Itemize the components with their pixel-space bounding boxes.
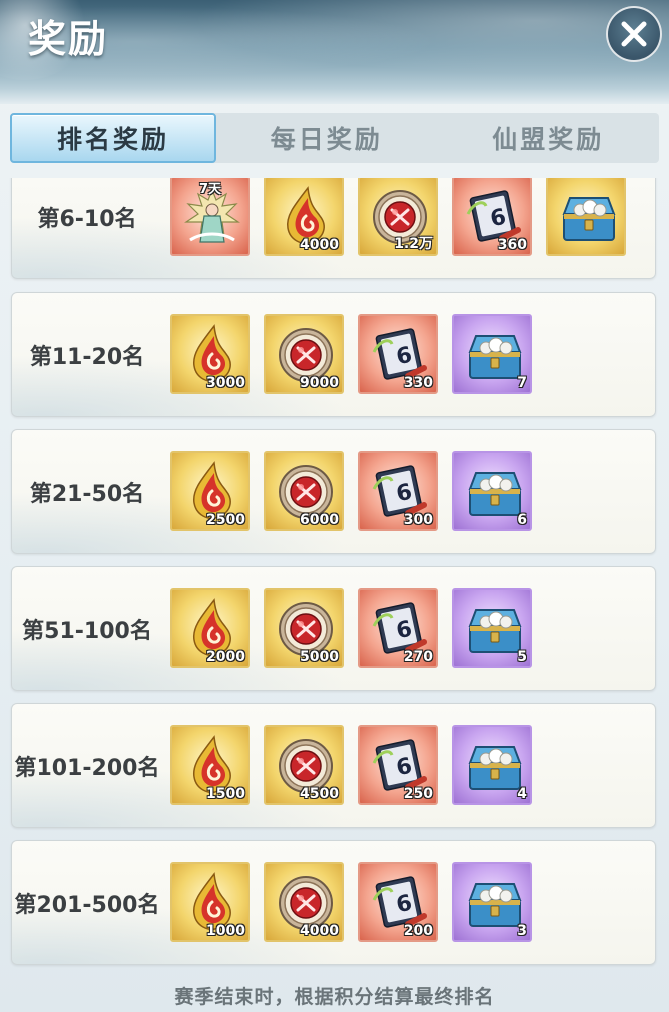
header-banner: 奖励 <box>0 0 669 104</box>
reward-item-slot[interactable]: 1.2万 <box>358 178 438 256</box>
reward-item-slot[interactable]: 6 250 <box>358 725 438 805</box>
reward-items: 3000 9000 6 330 7 <box>170 314 532 394</box>
item-quantity: 6 <box>517 512 527 528</box>
item-quantity: 1.2万 <box>394 236 433 252</box>
footer-note: 赛季结束时，根据积分结算最终排名 <box>174 986 495 1008</box>
duration-tag: 7天 <box>198 182 222 197</box>
reward-item-slot[interactable]: 6 330 <box>358 314 438 394</box>
reward-item-slot[interactable]: 6 270 <box>358 588 438 668</box>
item-quantity: 5000 <box>300 649 339 665</box>
rank-range-label: 第101-200名 <box>14 755 160 781</box>
reward-row: 第21-50名 2500 6000 6 300 6 <box>11 429 656 554</box>
close-icon <box>621 21 647 47</box>
reward-item-slot[interactable]: 3 <box>452 862 532 942</box>
tab-daily-rewards[interactable]: 每日奖励 <box>216 113 438 163</box>
reward-item-slot[interactable]: 6 200 <box>358 862 438 942</box>
reward-item-slot[interactable]: 7天 <box>170 178 250 256</box>
reward-item-slot[interactable]: 3000 <box>170 314 250 394</box>
reward-item-slot[interactable]: 5000 <box>264 588 344 668</box>
reward-item-slot[interactable]: 2500 <box>170 451 250 531</box>
tab-bar: 排名奖励 每日奖励 仙盟奖励 <box>10 113 659 163</box>
reward-item-slot[interactable]: 6000 <box>264 451 344 531</box>
reward-row: 第201-500名 1000 4000 6 200 3 <box>11 840 656 965</box>
reward-items: 7天 4000 1.2万 6 360 <box>170 178 626 256</box>
reward-item-slot[interactable]: 1000 <box>170 862 250 942</box>
item-quantity: 4500 <box>300 786 339 802</box>
item-quantity: 6000 <box>300 512 339 528</box>
item-quantity: 300 <box>403 512 433 528</box>
reward-items: 2000 5000 6 270 5 <box>170 588 532 668</box>
rank-range-label: 第51-100名 <box>22 618 152 644</box>
item-quantity: 1500 <box>206 786 245 802</box>
rank-range-label: 第6-10名 <box>37 206 137 232</box>
reward-item-slot[interactable]: 4500 <box>264 725 344 805</box>
reward-items: 1500 4500 6 250 4 <box>170 725 532 805</box>
treasure-chest-icon <box>562 197 616 241</box>
reward-list[interactable]: 第6-10名 7天 4000 1.2万 6 360 第11-20名 3000 9… <box>0 178 669 978</box>
item-quantity: 4000 <box>300 237 339 253</box>
item-quantity: 330 <box>403 375 433 391</box>
item-quantity: 3 <box>517 923 527 939</box>
item-quantity: 3000 <box>206 375 245 391</box>
item-quantity: 360 <box>497 237 527 253</box>
reward-item-slot[interactable]: 2000 <box>170 588 250 668</box>
reward-items: 2500 6000 6 300 6 <box>170 451 532 531</box>
item-quantity: 1000 <box>206 923 245 939</box>
rank-range-label: 第21-50名 <box>29 481 145 507</box>
item-quantity: 5 <box>517 649 527 665</box>
item-quantity: 4000 <box>300 923 339 939</box>
reward-item-slot[interactable]: 1500 <box>170 725 250 805</box>
item-quantity: 270 <box>403 649 433 665</box>
reward-items: 1000 4000 6 200 3 <box>170 862 532 942</box>
item-quantity: 200 <box>403 923 433 939</box>
reward-item-slot[interactable]: 4000 <box>264 862 344 942</box>
page-title: 奖励 <box>28 17 109 61</box>
reward-row: 第11-20名 3000 9000 6 330 7 <box>11 292 656 417</box>
tab-alliance-rewards[interactable]: 仙盟奖励 <box>438 113 660 163</box>
reward-item-slot[interactable]: 7 <box>452 314 532 394</box>
item-quantity: 2000 <box>206 649 245 665</box>
item-quantity: 7 <box>517 375 527 391</box>
reward-item-slot[interactable] <box>546 178 626 256</box>
reward-item-slot[interactable]: 6 <box>452 451 532 531</box>
close-button[interactable] <box>606 6 662 62</box>
reward-row: 第6-10名 7天 4000 1.2万 6 360 <box>11 178 656 279</box>
item-quantity: 9000 <box>300 375 339 391</box>
reward-item-slot[interactable]: 4 <box>452 725 532 805</box>
tab-rank-rewards[interactable]: 排名奖励 <box>10 113 216 163</box>
reward-panel: 奖励 排名奖励 每日奖励 仙盟奖励 第6-10名 7天 4000 1.2万 6 … <box>0 0 669 1012</box>
reward-item-slot[interactable]: 5 <box>452 588 532 668</box>
reward-item-slot[interactable]: 9000 <box>264 314 344 394</box>
reward-row: 第51-100名 2000 5000 6 270 5 <box>11 566 656 691</box>
rank-range-label: 第11-20名 <box>29 344 145 370</box>
item-quantity: 2500 <box>206 512 245 528</box>
reward-item-slot[interactable]: 6 360 <box>452 178 532 256</box>
reward-item-slot[interactable]: 4000 <box>264 178 344 256</box>
reward-row: 第101-200名 1500 4500 6 250 4 <box>11 703 656 828</box>
item-quantity: 250 <box>403 786 433 802</box>
item-quantity: 4 <box>517 786 527 802</box>
rank-range-label: 第201-500名 <box>14 892 160 918</box>
reward-item-slot[interactable]: 6 300 <box>358 451 438 531</box>
